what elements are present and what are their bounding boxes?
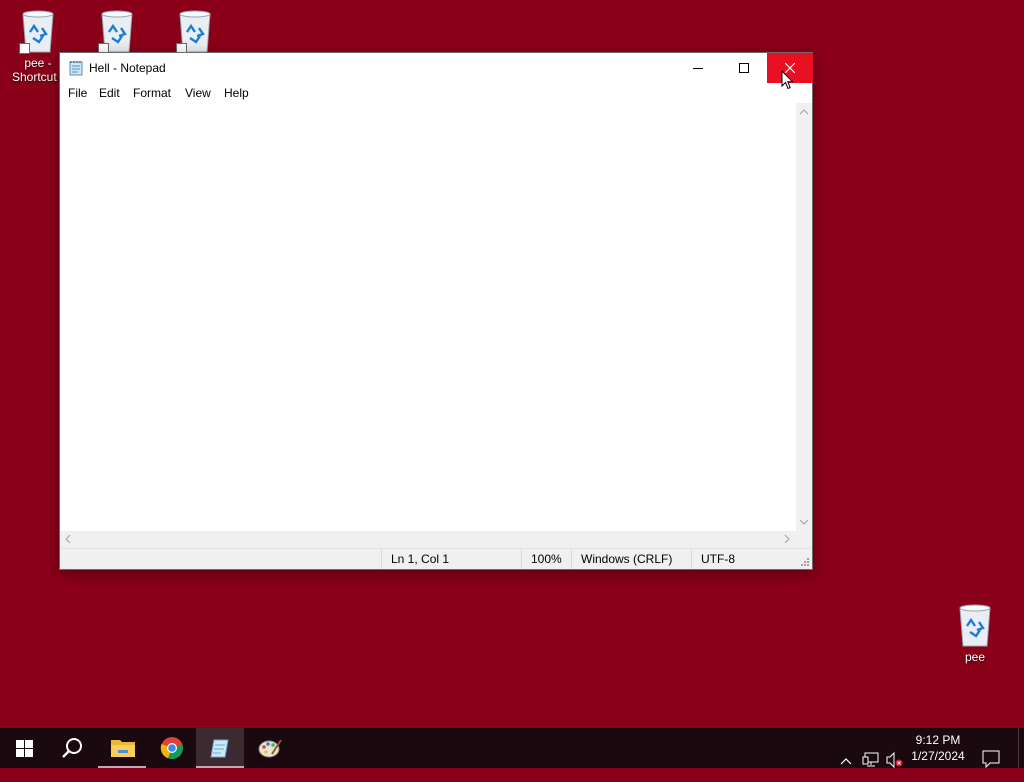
menu-help[interactable]: Help	[223, 85, 250, 101]
desktop-icon-shortcut-3[interactable]	[160, 8, 230, 56]
status-line-ending: Windows (CRLF)	[571, 549, 691, 569]
taskbar-file-explorer[interactable]	[98, 728, 146, 768]
clock-time: 9:12 PM	[915, 733, 961, 747]
taskbar-notepad[interactable]	[196, 728, 244, 768]
status-bar: Ln 1, Col 1 100% Windows (CRLF) UTF-8	[60, 548, 812, 569]
scroll-left-arrow-icon[interactable]	[65, 535, 71, 543]
menu-view[interactable]: View	[184, 85, 212, 101]
notepad-window[interactable]: Hell - Notepad File Edit Format View Hel…	[60, 53, 813, 569]
paint-icon	[258, 739, 282, 758]
menu-format[interactable]: Format	[132, 85, 172, 101]
windows-logo-icon	[16, 740, 33, 757]
search-button[interactable]	[48, 728, 96, 768]
recycle-bin-icon	[17, 8, 59, 54]
recycle-bin-icon	[96, 8, 138, 54]
desktop-icon-pee[interactable]: pee	[940, 602, 1010, 664]
file-explorer-icon	[111, 740, 135, 757]
scroll-right-arrow-icon[interactable]	[784, 535, 790, 543]
taskbar: 9:12 PM 1/27/2024	[0, 728, 1024, 769]
resize-grip-icon[interactable]	[800, 557, 810, 567]
scrollbar-corner	[796, 531, 812, 548]
status-encoding: UTF-8	[691, 549, 796, 569]
title-bar[interactable]: Hell - Notepad	[60, 53, 813, 83]
volume-muted-icon[interactable]	[886, 740, 904, 780]
shortcut-arrow-icon	[19, 43, 30, 54]
recycle-bin-icon	[954, 602, 996, 648]
status-cursor-position: Ln 1, Col 1	[381, 549, 521, 569]
desktop-icon-shortcut-2[interactable]	[82, 8, 152, 56]
notepad-app-icon	[69, 61, 83, 76]
menu-file[interactable]: File	[67, 85, 88, 101]
show-hidden-icons-chevron-icon[interactable]	[840, 742, 852, 782]
start-button[interactable]	[0, 728, 48, 768]
mouse-pointer-icon	[781, 70, 793, 90]
minimize-icon	[693, 68, 703, 69]
menu-edit[interactable]: Edit	[98, 85, 121, 101]
network-icon[interactable]	[862, 740, 880, 780]
clock-date: 1/27/2024	[911, 749, 965, 763]
menu-bar: File Edit Format View Help	[60, 83, 812, 103]
maximize-button[interactable]	[721, 53, 767, 83]
maximize-icon	[739, 63, 749, 73]
recycle-bin-icon	[174, 8, 216, 54]
status-zoom: 100%	[521, 549, 571, 569]
taskbar-chrome[interactable]	[148, 728, 196, 768]
window-title: Hell - Notepad	[89, 61, 166, 75]
notepad-icon	[210, 739, 229, 758]
scroll-up-arrow-icon[interactable]	[800, 109, 808, 115]
vertical-scrollbar[interactable]	[796, 103, 812, 531]
search-icon	[62, 738, 82, 758]
minimize-button[interactable]	[675, 53, 721, 83]
notifications-icon[interactable]	[982, 739, 1000, 779]
taskbar-clock[interactable]: 9:12 PM 1/27/2024	[905, 732, 971, 764]
text-editor-area[interactable]	[60, 103, 796, 531]
show-desktop-button[interactable]	[1018, 728, 1024, 768]
horizontal-scrollbar[interactable]	[60, 531, 796, 548]
desktop-icon-label: pee	[964, 650, 986, 664]
chrome-icon	[160, 737, 183, 760]
scroll-down-arrow-icon[interactable]	[800, 519, 808, 525]
taskbar-paint[interactable]	[246, 728, 294, 768]
